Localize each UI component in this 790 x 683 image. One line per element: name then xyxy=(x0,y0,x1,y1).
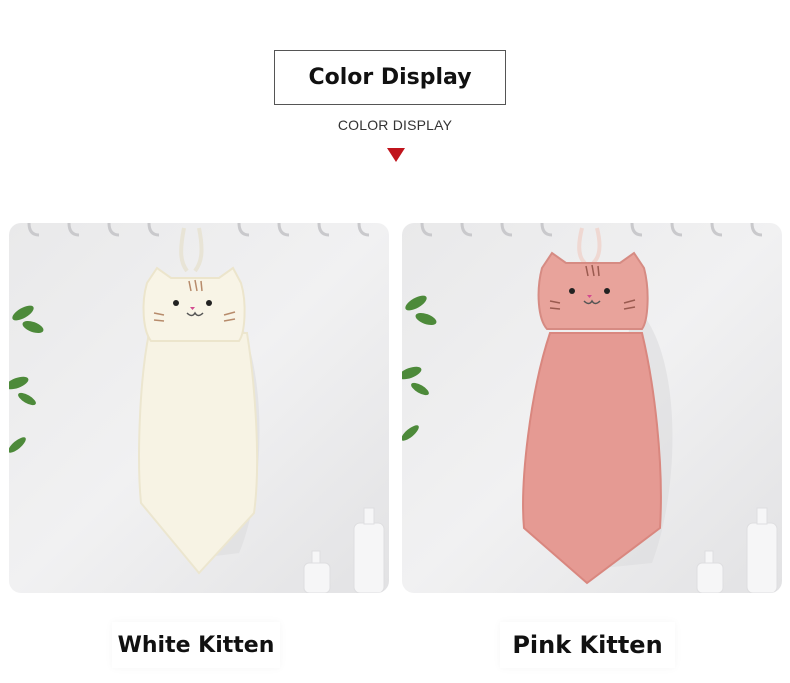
product-image-pink-kitten xyxy=(402,223,782,593)
product-image-white-kitten xyxy=(9,223,389,593)
section-title: Color Display xyxy=(274,50,506,105)
product-caption-white-kitten: White Kitten xyxy=(112,622,280,668)
product-caption-pink-kitten: Pink Kitten xyxy=(500,622,675,668)
section-subtitle: COLOR DISPLAY xyxy=(337,117,453,133)
triangle-down-icon xyxy=(387,148,405,162)
kitten-towel-icon xyxy=(402,223,782,593)
kitten-towel-icon xyxy=(9,223,389,593)
